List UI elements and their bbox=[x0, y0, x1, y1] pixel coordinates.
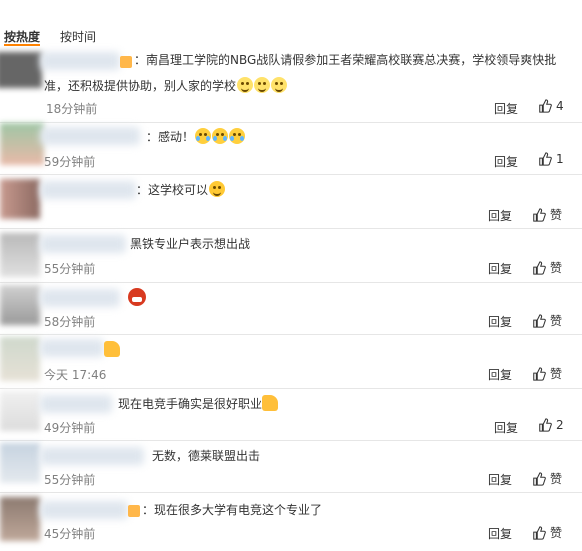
comment-time: 18分钟前 bbox=[46, 102, 98, 116]
comment-item: ：这学校可以 回复 赞 bbox=[0, 174, 582, 229]
thumb-up-icon bbox=[533, 260, 546, 275]
comment-text: ：现在很多大学有电竞这个专业了 bbox=[142, 503, 323, 517]
like-label: 赞 bbox=[550, 526, 563, 540]
reply-button[interactable]: 回复 bbox=[494, 153, 518, 170]
sort-by-time-tab[interactable]: 按时间 bbox=[60, 28, 96, 45]
thumb-up-icon bbox=[533, 525, 546, 540]
comment-item: ：现在很多大学有电竞这个专业了 45分钟前 回复 赞 bbox=[0, 492, 582, 551]
comment-text bbox=[128, 286, 146, 310]
username-blurred[interactable] bbox=[40, 235, 126, 253]
like-count: 4 bbox=[556, 99, 564, 113]
comment-text bbox=[104, 338, 120, 362]
like-label: 赞 bbox=[550, 314, 563, 328]
like-button[interactable]: 赞 bbox=[532, 524, 562, 541]
thumb-up-icon bbox=[533, 313, 546, 328]
reply-button[interactable]: 回复 bbox=[488, 525, 512, 542]
sort-by-hot-tab[interactable]: 按热度 bbox=[4, 28, 40, 45]
avatar[interactable] bbox=[0, 233, 40, 277]
like-button[interactable]: 赞 bbox=[532, 312, 562, 329]
like-label: 赞 bbox=[550, 367, 563, 381]
username-blurred[interactable] bbox=[40, 395, 112, 413]
comment-item: ：南昌理工学院的NBG战队请假参加王者荣耀高校联赛总决赛，学校领导爽快批 准，还… bbox=[0, 46, 582, 122]
cry-emoji bbox=[195, 128, 212, 144]
comment-text: ：这学校可以 bbox=[136, 178, 226, 202]
comment-time: 今天 17:46 bbox=[44, 368, 107, 382]
comment-time: 58分钟前 bbox=[44, 315, 96, 329]
red-face-emoji bbox=[128, 288, 146, 306]
username-blurred[interactable] bbox=[40, 181, 136, 199]
sweat-emoji bbox=[254, 77, 271, 93]
username-blurred[interactable] bbox=[40, 289, 120, 307]
like-button[interactable]: 赞 bbox=[532, 206, 562, 223]
like-button[interactable]: 4 bbox=[538, 99, 564, 113]
avatar[interactable] bbox=[0, 52, 42, 88]
comment-text: 现在电竞手确实是很好职业 bbox=[118, 392, 279, 416]
thumb-up-icon bbox=[533, 207, 546, 222]
reply-button[interactable]: 回复 bbox=[488, 313, 512, 330]
reply-button[interactable]: 回复 bbox=[494, 419, 518, 436]
laugh-emoji bbox=[209, 181, 226, 197]
badge-icon bbox=[120, 56, 132, 68]
comment-text-line2: 准，还积极提供协助，别人家的学校 bbox=[44, 79, 237, 93]
like-button[interactable]: 赞 bbox=[532, 365, 562, 382]
comment-time: 45分钟前 bbox=[44, 527, 96, 541]
like-button[interactable]: 2 bbox=[538, 418, 564, 432]
comment-text: 无数，德莱联盟出击 bbox=[152, 449, 261, 463]
avatar[interactable] bbox=[0, 497, 40, 541]
comment-item: 现在电竞手确实是很好职业 49分钟前 回复 2 bbox=[0, 388, 582, 441]
thumbs-up-emoji bbox=[104, 341, 120, 357]
thumbs-up-emoji bbox=[262, 395, 279, 411]
comment-item: 58分钟前 回复 赞 bbox=[0, 282, 582, 335]
like-label: 赞 bbox=[550, 208, 563, 222]
cry-emoji bbox=[229, 128, 246, 144]
username-blurred[interactable] bbox=[40, 501, 128, 519]
avatar[interactable] bbox=[0, 123, 44, 165]
reply-button[interactable]: 回复 bbox=[488, 471, 512, 488]
username-blurred[interactable] bbox=[40, 339, 104, 357]
reply-button[interactable]: 回复 bbox=[488, 207, 512, 224]
comment-text: ：感动！ bbox=[146, 125, 246, 149]
like-button[interactable]: 1 bbox=[538, 152, 564, 166]
comment-text-continued: 准，还积极提供协助，别人家的学校 bbox=[44, 74, 288, 98]
like-count: 1 bbox=[556, 152, 564, 166]
reply-button[interactable]: 回复 bbox=[488, 366, 512, 383]
comment-time: 59分钟前 bbox=[44, 155, 96, 169]
like-count: 2 bbox=[556, 418, 564, 432]
sweat-emoji bbox=[271, 77, 288, 93]
username-blurred[interactable] bbox=[40, 447, 144, 465]
avatar[interactable] bbox=[0, 443, 40, 483]
reply-button[interactable]: 回复 bbox=[494, 100, 518, 117]
thumb-up-icon bbox=[533, 366, 546, 381]
thumb-up-icon bbox=[539, 99, 552, 113]
comment-text: ：南昌理工学院的NBG战队请假参加王者荣耀高校联赛总决赛，学校领导爽快批 bbox=[134, 53, 557, 67]
badge-icon bbox=[128, 505, 140, 517]
like-label: 赞 bbox=[550, 472, 563, 486]
avatar[interactable] bbox=[0, 337, 40, 381]
avatar[interactable] bbox=[0, 179, 40, 219]
reply-button[interactable]: 回复 bbox=[488, 260, 512, 277]
username-blurred[interactable] bbox=[40, 52, 120, 70]
thumb-up-icon bbox=[539, 418, 552, 432]
comment-time: 55分钟前 bbox=[44, 262, 96, 276]
comment-item: 黑铁专业户表示想出战 55分钟前 回复 赞 bbox=[0, 228, 582, 283]
thumb-up-icon bbox=[539, 152, 552, 166]
comment-item: ：感动！ 59分钟前 回复 1 bbox=[0, 122, 582, 175]
like-button[interactable]: 赞 bbox=[532, 470, 562, 487]
like-label: 赞 bbox=[550, 261, 563, 275]
like-button[interactable]: 赞 bbox=[532, 259, 562, 276]
comment-time: 55分钟前 bbox=[44, 473, 96, 487]
sort-bar: 按热度 按时间 bbox=[0, 24, 582, 46]
sweat-emoji bbox=[237, 77, 254, 93]
comment-item: 今天 17:46 回复 赞 bbox=[0, 334, 582, 389]
comment-time: 49分钟前 bbox=[44, 421, 96, 435]
username-blurred[interactable] bbox=[40, 127, 140, 145]
avatar[interactable] bbox=[0, 285, 40, 325]
avatar[interactable] bbox=[0, 391, 40, 431]
comment-item: 无数，德莱联盟出击 55分钟前 回复 赞 bbox=[0, 440, 582, 493]
comment-text: 黑铁专业户表示想出战 bbox=[130, 237, 251, 251]
cry-emoji bbox=[212, 128, 229, 144]
thumb-up-icon bbox=[533, 471, 546, 486]
